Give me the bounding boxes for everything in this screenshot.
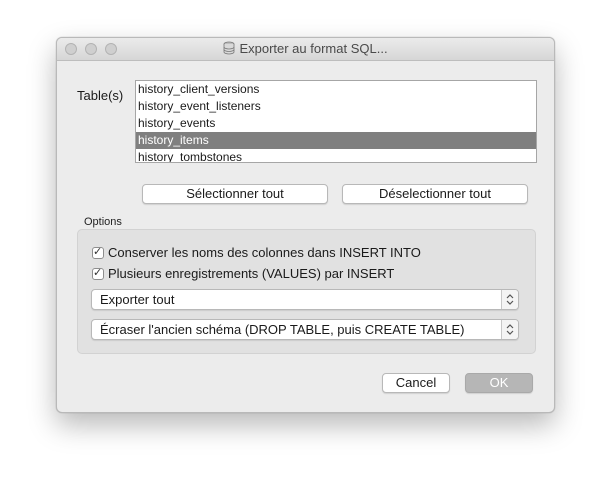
checkmark-icon: ✓	[93, 267, 103, 279]
window-title-group: Exporter au format SQL...	[57, 41, 554, 58]
multiple-records-label: Plusieurs enregistrements (VALUES) par I…	[108, 266, 395, 281]
tables-label: Table(s)	[77, 88, 124, 103]
tables-listbox[interactable]: history_client_versions history_event_li…	[135, 80, 537, 163]
table-list-item[interactable]: history_event_listeners	[136, 98, 536, 115]
table-list-item-selected[interactable]: history_items	[136, 132, 536, 149]
table-list-item[interactable]: history_tombstones	[136, 149, 536, 162]
keep-column-names-option[interactable]: ✓ Conserver les noms des colonnes dans IN…	[92, 245, 421, 261]
schema-mode-value: Écraser l'ancien schéma (DROP TABLE, pui…	[100, 322, 465, 337]
table-list-item[interactable]: history_events	[136, 115, 536, 132]
cancel-button[interactable]: Cancel	[382, 373, 450, 393]
window-title: Exporter au format SQL...	[239, 41, 388, 56]
multiple-records-checkbox[interactable]: ✓	[92, 267, 104, 280]
options-label: Options	[84, 216, 122, 228]
keep-column-names-checkbox[interactable]: ✓	[92, 246, 104, 259]
multiple-records-option[interactable]: ✓ Plusieurs enregistrements (VALUES) par …	[92, 266, 394, 282]
updown-chevron-icon	[501, 320, 518, 339]
select-all-button[interactable]: Sélectionner tout	[142, 184, 328, 204]
export-sql-dialog: Exporter au format SQL... Table(s) histo…	[56, 37, 555, 413]
export-mode-value: Exporter tout	[100, 292, 175, 307]
schema-mode-select[interactable]: Écraser l'ancien schéma (DROP TABLE, pui…	[91, 319, 519, 340]
ok-button[interactable]: OK	[465, 373, 533, 393]
deselect-all-button[interactable]: Déselectionner tout	[342, 184, 528, 204]
updown-chevron-icon	[501, 290, 518, 309]
table-list-item[interactable]: history_client_versions	[136, 81, 536, 98]
keep-column-names-label: Conserver les noms des colonnes dans INS…	[108, 245, 421, 260]
options-group: ✓ Conserver les noms des colonnes dans IN…	[77, 229, 536, 354]
title-bar: Exporter au format SQL...	[57, 38, 554, 61]
database-icon	[223, 41, 235, 58]
checkmark-icon: ✓	[93, 246, 103, 258]
export-mode-select[interactable]: Exporter tout	[91, 289, 519, 310]
